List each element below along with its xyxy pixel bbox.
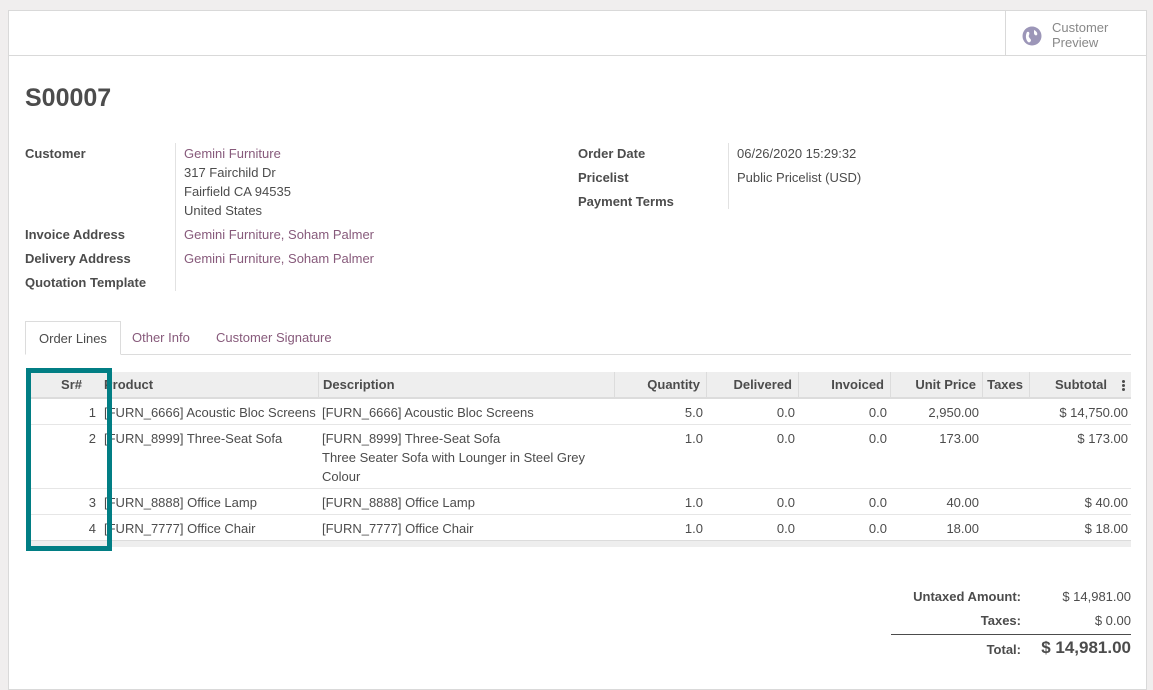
order-date-label: Order Date xyxy=(578,146,646,161)
pricelist-value: Public Pricelist (USD) xyxy=(737,170,862,185)
kebab-icon[interactable] xyxy=(1122,380,1125,392)
delivery-address-link[interactable]: Gemini Furniture, Soham Palmer xyxy=(184,251,374,267)
row-invoiced: 0.0 xyxy=(868,521,887,536)
col-product[interactable]: Product xyxy=(100,372,319,397)
address-line-1: 317 Fairchild Dr xyxy=(184,165,276,180)
customer-label: Customer xyxy=(25,146,86,161)
col-quantity[interactable]: Quantity xyxy=(615,372,707,397)
row-description-line: [FURN_8888] Office Lamp xyxy=(322,495,475,510)
row-invoiced: 0.0 xyxy=(868,431,887,446)
row-invoiced: 0.0 xyxy=(868,495,887,510)
row-product: [FURN_7777] Office Chair xyxy=(104,521,256,536)
field-divider-right xyxy=(728,143,729,209)
col-invoiced[interactable]: Invoiced xyxy=(799,372,891,397)
row-description-line: [FURN_7777] Office Chair xyxy=(322,521,474,536)
sales-order-sheet: Customer Preview S00007 Customer Gemini … xyxy=(8,10,1147,690)
invoice-address-link[interactable]: Gemini Furniture, Soham Palmer xyxy=(184,227,374,243)
pricelist-label: Pricelist xyxy=(578,170,629,185)
table-row[interactable]: 1 [FURN_6666] Acoustic Bloc Screens [FUR… xyxy=(27,399,1131,425)
row-quantity: 5.0 xyxy=(684,405,703,420)
delivery-address-label: Delivery Address xyxy=(25,251,131,266)
tab-order-lines[interactable]: Order Lines xyxy=(25,321,121,355)
row-quantity: 1.0 xyxy=(684,495,703,510)
row-unit-price: 2,950.00 xyxy=(928,405,979,420)
row-description-line: [FURN_6666] Acoustic Bloc Screens xyxy=(322,405,534,420)
globe-icon xyxy=(1022,26,1042,46)
row-subtotal: $ 173.00 xyxy=(1077,431,1128,446)
taxes-label: Taxes: xyxy=(980,613,1021,628)
row-subtotal: $ 18.00 xyxy=(1084,521,1128,536)
col-description[interactable]: Description xyxy=(319,372,615,397)
row-subtotal: $ 14,750.00 xyxy=(1059,405,1128,420)
row-delivered: 0.0 xyxy=(776,495,795,510)
taxes-value: $ 0.00 xyxy=(1094,613,1131,628)
table-row[interactable]: 3 [FURN_8888] Office Lamp [FURN_8888] Of… xyxy=(27,489,1131,515)
row-delivered: 0.0 xyxy=(776,431,795,446)
total-value: $ 14,981.00 xyxy=(1041,638,1131,657)
order-title: S00007 xyxy=(25,84,112,112)
button-box: Customer Preview xyxy=(9,11,1146,56)
tab-other-info[interactable]: Other Info xyxy=(132,321,190,354)
order-lines-header: Sr# Product Description Quantity Deliver… xyxy=(27,372,1131,399)
row-quantity: 1.0 xyxy=(684,521,703,536)
col-unit-price[interactable]: Unit Price xyxy=(891,372,983,397)
row-taxes xyxy=(983,515,1026,519)
row-delivered: 0.0 xyxy=(776,405,795,420)
notebook-tabs: Order Lines Other Info Customer Signatur… xyxy=(25,321,1131,355)
table-row[interactable]: 2 [FURN_8999] Three-Seat Sofa [FURN_8999… xyxy=(27,425,1131,489)
row-delivered: 0.0 xyxy=(776,521,795,536)
sr-column-highlight xyxy=(26,368,112,551)
row-product: [FURN_8999] Three-Seat Sofa xyxy=(104,431,283,446)
table-row[interactable]: 4 [FURN_7777] Office Chair [FURN_7777] O… xyxy=(27,515,1131,541)
untaxed-amount-value: $ 14,981.00 xyxy=(1062,589,1131,604)
row-description-line: Colour xyxy=(322,469,361,484)
row-quantity: 1.0 xyxy=(684,431,703,446)
order-date-value: 06/26/2020 15:29:32 xyxy=(737,146,857,161)
customer-preview-button[interactable]: Customer Preview xyxy=(1005,11,1146,55)
row-invoiced: 0.0 xyxy=(868,405,887,420)
row-taxes xyxy=(983,399,1026,403)
row-taxes xyxy=(983,489,1026,493)
row-unit-price: 40.00 xyxy=(946,495,979,510)
quotation-template-label: Quotation Template xyxy=(25,275,147,290)
tab-customer-signature[interactable]: Customer Signature xyxy=(216,321,332,354)
order-lines-footer xyxy=(27,540,1131,547)
col-taxes[interactable]: Taxes xyxy=(983,372,1030,397)
field-divider-left xyxy=(175,143,176,291)
address-line-2: Fairfield CA 94535 xyxy=(184,184,291,199)
untaxed-amount-label: Untaxed Amount: xyxy=(913,589,1021,604)
row-description-line: Three Seater Sofa with Lounger in Steel … xyxy=(322,450,586,465)
row-product: [FURN_6666] Acoustic Bloc Screens xyxy=(104,405,316,420)
invoice-address-label: Invoice Address xyxy=(25,227,125,242)
row-unit-price: 18.00 xyxy=(946,521,979,536)
row-product: [FURN_8888] Office Lamp xyxy=(104,495,257,510)
row-subtotal: $ 40.00 xyxy=(1084,495,1128,510)
col-delivered[interactable]: Delivered xyxy=(707,372,799,397)
customer-link[interactable]: Gemini Furniture xyxy=(184,146,281,162)
totals-divider xyxy=(891,634,1131,635)
address-line-3: United States xyxy=(184,203,263,218)
customer-preview-label: Customer Preview xyxy=(1052,20,1109,50)
row-taxes xyxy=(983,425,1026,429)
col-subtotal[interactable]: Subtotal xyxy=(1030,372,1131,397)
row-unit-price: 173.00 xyxy=(939,431,979,446)
payment-terms-label: Payment Terms xyxy=(578,194,674,209)
